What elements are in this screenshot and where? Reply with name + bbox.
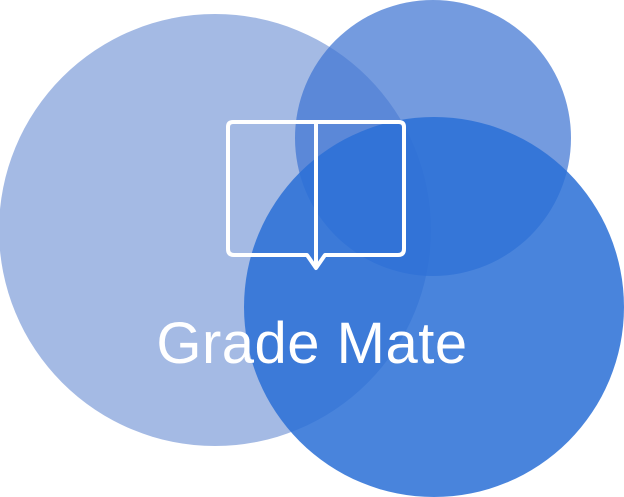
logo-graphic <box>0 0 624 497</box>
app-name: Grade Mate <box>156 311 468 376</box>
splash-logo: Grade Mate <box>0 0 624 497</box>
